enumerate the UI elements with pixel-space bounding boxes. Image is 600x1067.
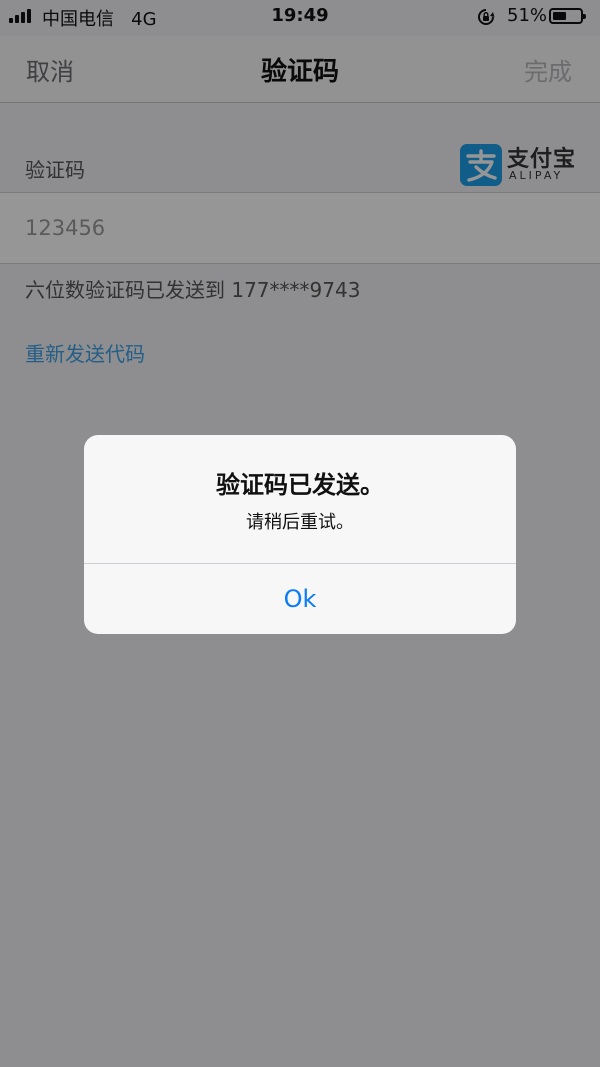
- alert-title: 验证码已发送。: [216, 471, 384, 499]
- alert-dialog: 验证码已发送。 请稍后重试。 Ok: [84, 435, 516, 634]
- alert-message: 请稍后重试。: [246, 512, 354, 533]
- alert-ok-button[interactable]: Ok: [84, 564, 516, 634]
